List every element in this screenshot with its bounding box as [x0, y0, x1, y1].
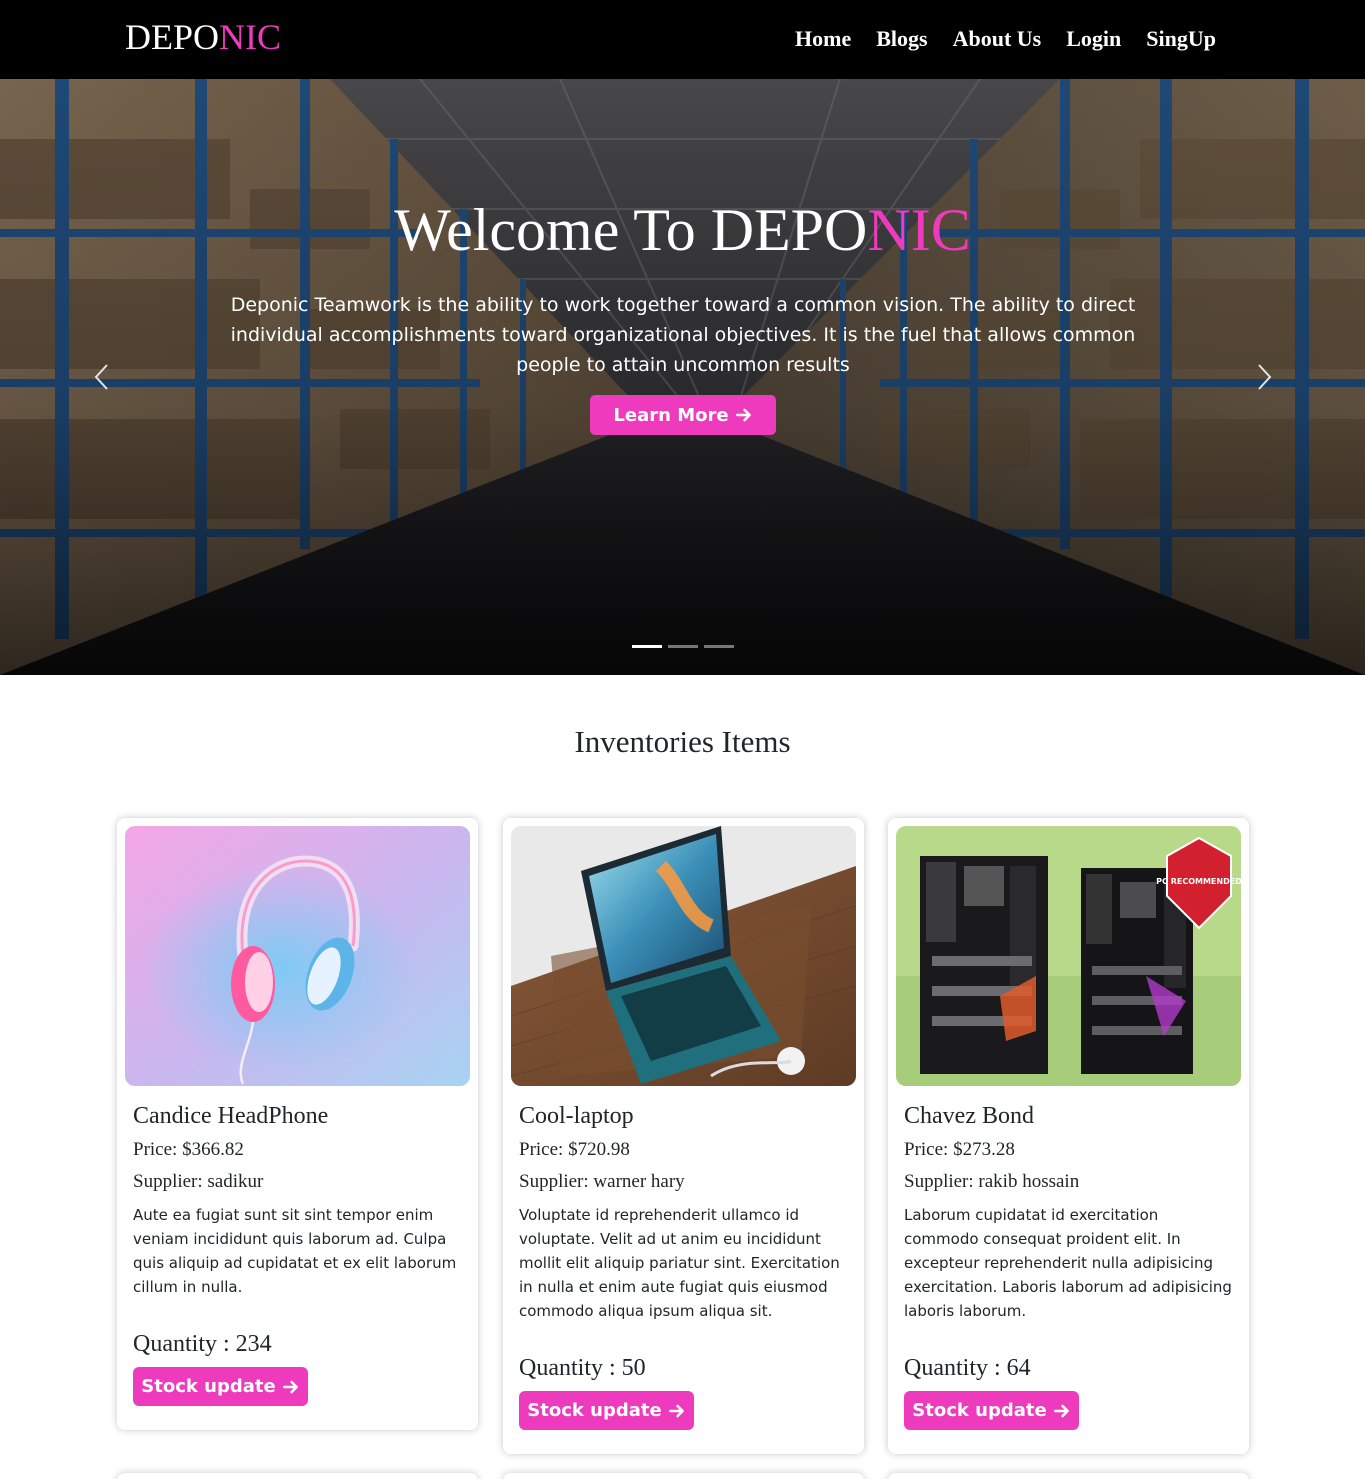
stock-update-button[interactable]: Stock update [519, 1391, 694, 1430]
arrow-right-icon [735, 408, 751, 422]
hero-carousel: Welcome To DEPONIC Deponic Teamwork is t… [0, 79, 1365, 675]
item-description: Voluptate id reprehenderit ullamco id vo… [519, 1206, 840, 1320]
item-price: Price: $273.28 [904, 1139, 1015, 1160]
carousel-indicator[interactable] [704, 645, 734, 648]
stock-update-label: Stock update [527, 1400, 662, 1421]
carousel-indicator[interactable] [668, 645, 698, 648]
nav-links: Home Blogs About Us Login SingUp [795, 24, 1216, 54]
pc-recommended-badge: PC RECOMMENDED [1156, 877, 1241, 886]
nav-about-link[interactable]: About Us [953, 24, 1042, 54]
brand-logo[interactable]: DEPONIC [125, 17, 281, 57]
inventory-card: PC RECOMMENDED Chavez Bond Price: $273.2… [888, 818, 1249, 1454]
item-quantity: Quantity : 234 [133, 1331, 272, 1357]
laptop-image [511, 826, 856, 1086]
inventory-card: Candice HeadPhone Price: $366.82 Supplie… [117, 818, 478, 1430]
stock-update-label: Stock update [912, 1400, 1047, 1421]
inventory-card-partial [888, 1473, 1249, 1479]
inventory-card: Cool-laptop Price: $720.98 Supplier: war… [503, 818, 864, 1454]
headphone-image [125, 826, 470, 1086]
chevron-right-icon [1258, 364, 1272, 390]
nav-login-link[interactable]: Login [1066, 24, 1121, 54]
inventory-card-partial [117, 1473, 478, 1479]
item-supplier: Supplier: rakib hossain [904, 1171, 1080, 1192]
carousel-indicator[interactable] [632, 645, 662, 648]
motherboard-image: PC RECOMMENDED [896, 826, 1241, 1086]
item-description: Laborum cupidatat id exercitation commod… [904, 1206, 1232, 1320]
item-price: Price: $720.98 [519, 1139, 630, 1160]
navbar: DEPONIC Home Blogs About Us Login SingUp [0, 0, 1365, 79]
hero-title: Welcome To DEPONIC [0, 195, 1365, 265]
nav-home-link[interactable]: Home [795, 24, 851, 54]
arrow-right-icon [668, 1404, 684, 1417]
stock-update-button[interactable]: Stock update [133, 1367, 308, 1406]
brand-main: DEPO [125, 17, 220, 57]
carousel-next-button[interactable] [1252, 362, 1276, 392]
stock-update-label: Stock update [141, 1376, 276, 1397]
inventory-section-title: Inventories Items [574, 724, 791, 759]
item-title: Candice HeadPhone [133, 1103, 329, 1129]
item-quantity: Quantity : 50 [519, 1355, 646, 1381]
arrow-right-icon [1053, 1404, 1069, 1417]
hero-description: Deponic Teamwork is the ability to work … [230, 294, 1136, 376]
brand-accent: NIC [219, 17, 282, 57]
learn-more-button[interactable]: Learn More [590, 395, 776, 435]
learn-more-label: Learn More [613, 404, 729, 426]
stock-update-button[interactable]: Stock update [904, 1391, 1079, 1430]
item-quantity: Quantity : 64 [904, 1355, 1031, 1381]
hero-title-accent: NIC [867, 197, 971, 263]
item-title: Chavez Bond [904, 1103, 1034, 1129]
item-supplier: Supplier: warner hary [519, 1171, 685, 1192]
nav-blogs-link[interactable]: Blogs [876, 24, 927, 54]
inventory-card-partial [503, 1473, 864, 1479]
nav-signup-link[interactable]: SingUp [1146, 24, 1216, 54]
item-title: Cool-laptop [519, 1103, 634, 1129]
item-description: Aute ea fugiat sunt sit sint tempor enim… [133, 1206, 457, 1296]
chevron-left-icon [94, 364, 108, 390]
hero-title-main: Welcome To DEPO [394, 197, 868, 263]
arrow-right-icon [282, 1380, 298, 1393]
item-price: Price: $366.82 [133, 1139, 244, 1160]
carousel-indicators [632, 645, 734, 648]
item-supplier: Supplier: sadikur [133, 1171, 264, 1192]
carousel-prev-button[interactable] [90, 362, 114, 392]
